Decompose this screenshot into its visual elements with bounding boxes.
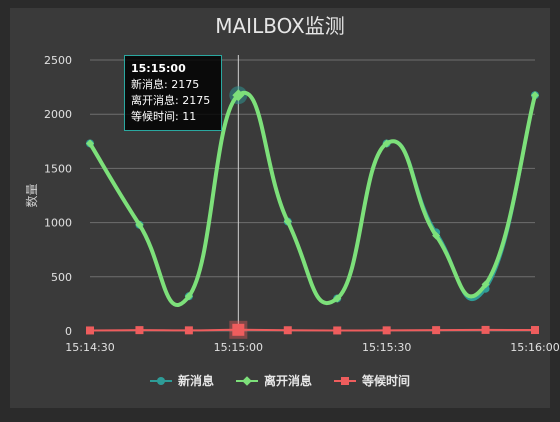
legend-item-wait-time[interactable]: 等候时间 [334, 372, 410, 389]
y-tick-label: 1500 [44, 162, 72, 175]
series-line [89, 328, 536, 332]
x-tick-label: 15:16:00 [510, 341, 559, 354]
y-axis-label: 数量 [24, 183, 39, 207]
y-tick-label: 500 [51, 271, 72, 284]
legend-label: 等候时间 [362, 374, 411, 388]
data-point [531, 326, 539, 335]
legend-swatch-icon [235, 375, 258, 387]
y-tick-label: 2000 [44, 108, 72, 121]
data-point [481, 325, 490, 334]
tooltip-line: 离开消息: 2175 [131, 94, 211, 107]
line-chart[interactable]: 0500100015002000250015:14:30 15:15:00 15:1… [0, 0, 560, 422]
y-tick-label: 2500 [44, 54, 72, 67]
data-point [432, 326, 441, 335]
legend-label: 新消息 [177, 374, 214, 388]
tooltip-line: 新消息: 2175 [131, 78, 200, 91]
legend-swatch-icon [334, 375, 356, 387]
x-tick-label: 15:14:30 [65, 341, 114, 354]
legend-item-left-messages[interactable]: 离开消息 [235, 372, 312, 389]
data-point [283, 326, 292, 335]
chart-legend: 新消息 离开消息 等候时间 [0, 372, 560, 389]
tooltip-title: 15:15:00 [131, 62, 186, 75]
chart-tooltip: 15:15:00 新消息: 2175 离开消息: 2175 等候时间: 11 [124, 55, 222, 131]
data-point [232, 323, 245, 336]
data-point [135, 326, 144, 335]
legend-item-new-messages[interactable]: 新消息 [149, 372, 214, 389]
y-tick-label: 0 [65, 325, 72, 338]
legend-label: 离开消息 [263, 374, 312, 388]
y-tick-label: 1000 [44, 217, 72, 230]
tooltip-line: 等候时间: 11 [131, 110, 197, 123]
data-point [184, 326, 193, 335]
legend-swatch-icon [149, 375, 172, 387]
data-point [382, 326, 391, 335]
x-tick-label: 15:15:00 [214, 341, 263, 354]
data-point [333, 326, 342, 335]
data-point [86, 326, 94, 335]
x-tick-label: 15:15:30 [362, 341, 411, 354]
